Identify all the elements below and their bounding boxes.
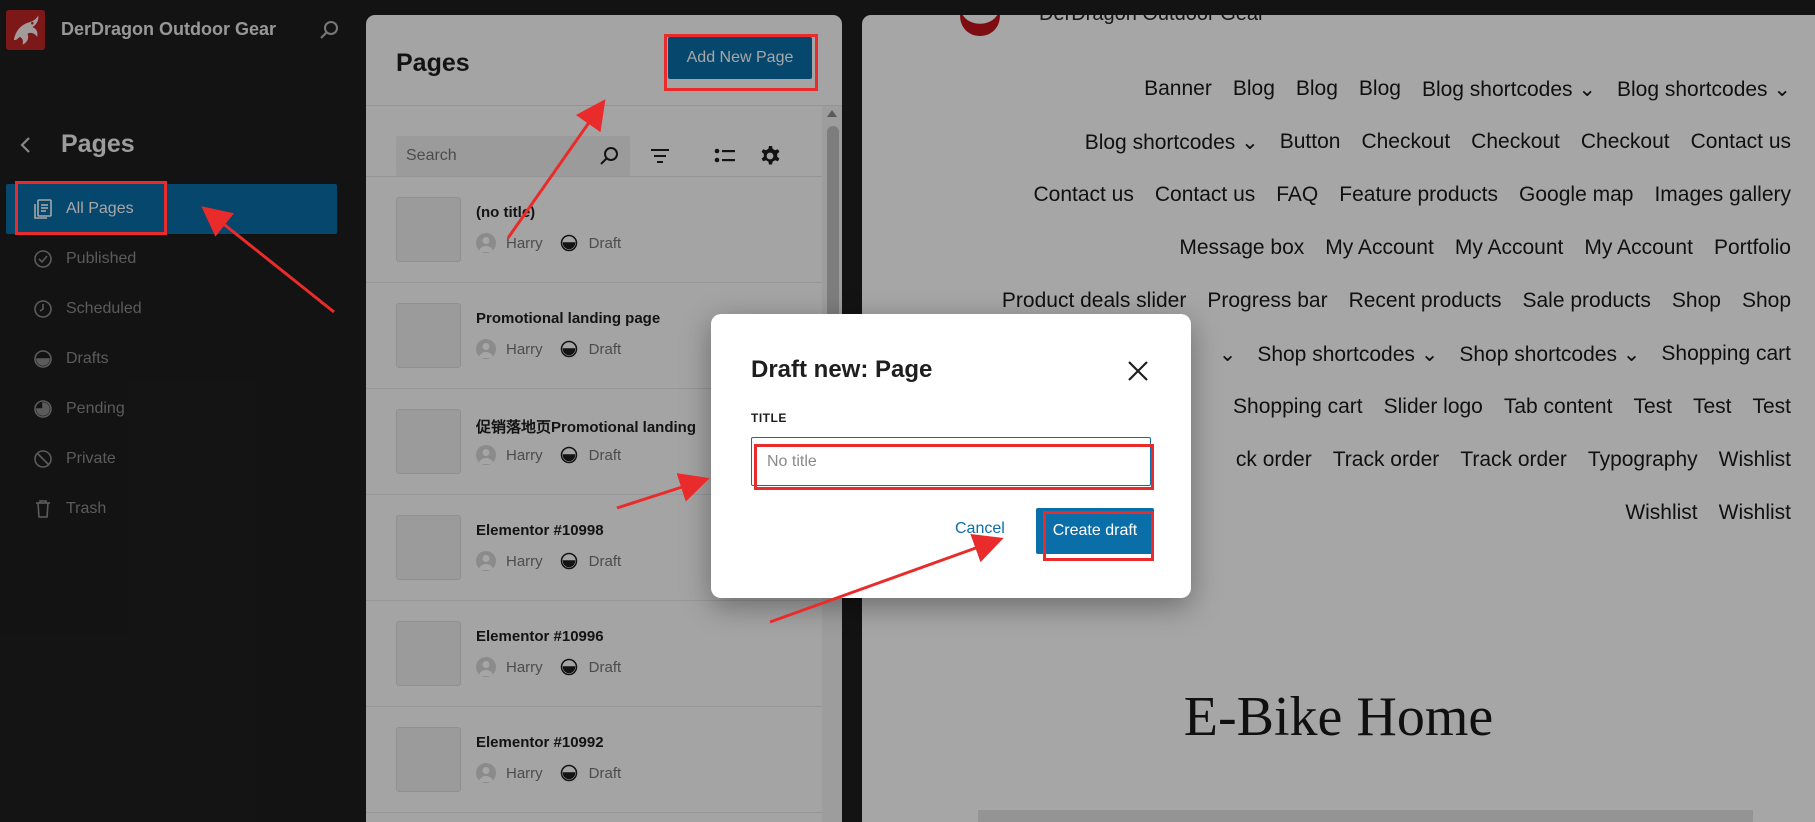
title-input[interactable] xyxy=(751,437,1151,486)
close-icon[interactable] xyxy=(1121,354,1155,388)
cancel-button[interactable]: Cancel xyxy=(955,520,1005,538)
dialog-title: Draft new: Page xyxy=(751,356,933,383)
create-draft-button[interactable]: Create draft xyxy=(1036,508,1154,554)
draft-new-page-dialog: Draft new: Page TITLE Cancel Create draf… xyxy=(711,314,1191,598)
title-field-label: TITLE xyxy=(751,411,787,425)
